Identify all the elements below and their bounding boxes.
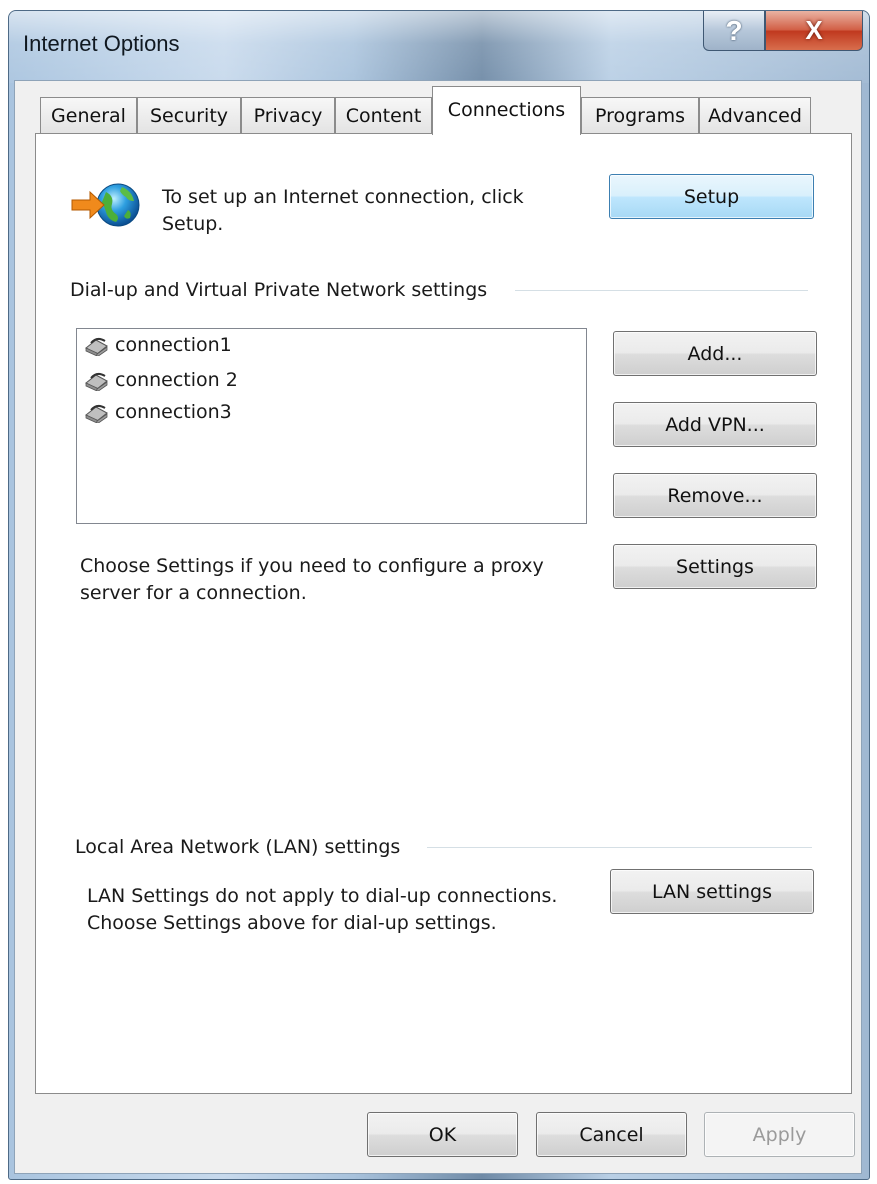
tab-privacy[interactable]: Privacy [241,97,335,134]
connections-list[interactable]: connection1 connection 2 connection3 [76,328,587,524]
tab-connections[interactable]: Connections [432,86,581,135]
help-button[interactable]: ? [703,11,765,51]
modem-icon [85,404,108,423]
apply-button[interactable]: Apply [704,1112,855,1157]
lan-settings-button[interactable]: LAN settings [610,869,814,914]
settings-button[interactable]: Settings [613,544,817,589]
close-icon: X [805,15,823,45]
setup-description: To set up an Internet connection, click … [162,186,524,235]
internet-connection-icon [70,178,142,232]
connection-name: connection3 [115,401,232,423]
connection-name: connection 2 [115,369,238,391]
add-vpn-button[interactable]: Add VPN... [613,402,817,447]
help-icon: ? [725,14,743,46]
tab-general[interactable]: General [40,97,137,134]
dialup-group-label: Dial-up and Virtual Private Network sett… [70,277,492,304]
dialup-group-divider [515,290,808,291]
lan-group-divider [427,847,812,848]
modem-icon [85,337,108,356]
list-item[interactable]: connection1 [83,330,232,360]
list-item[interactable]: connection 2 [83,365,238,395]
tab-security[interactable]: Security [137,97,241,134]
proxy-description: Choose Settings if you need to configure… [80,555,544,604]
lan-group-label: Local Area Network (LAN) settings [75,834,405,861]
modem-icon [85,372,108,391]
list-item[interactable]: connection3 [83,397,232,427]
lan-description: LAN Settings do not apply to dial-up con… [87,885,558,934]
cancel-button[interactable]: Cancel [536,1112,687,1157]
setup-button[interactable]: Setup [609,174,814,219]
add-button[interactable]: Add... [613,331,817,376]
window-title: Internet Options [23,31,180,56]
connection-name: connection1 [115,334,232,356]
title-bar[interactable]: Internet Options ? X [9,11,869,83]
tab-programs[interactable]: Programs [581,97,699,134]
ok-button[interactable]: OK [367,1112,518,1157]
tab-advanced[interactable]: Advanced [699,97,811,134]
remove-button[interactable]: Remove... [613,473,817,518]
close-button[interactable]: X [765,11,863,51]
tab-content[interactable]: Content [335,97,432,134]
